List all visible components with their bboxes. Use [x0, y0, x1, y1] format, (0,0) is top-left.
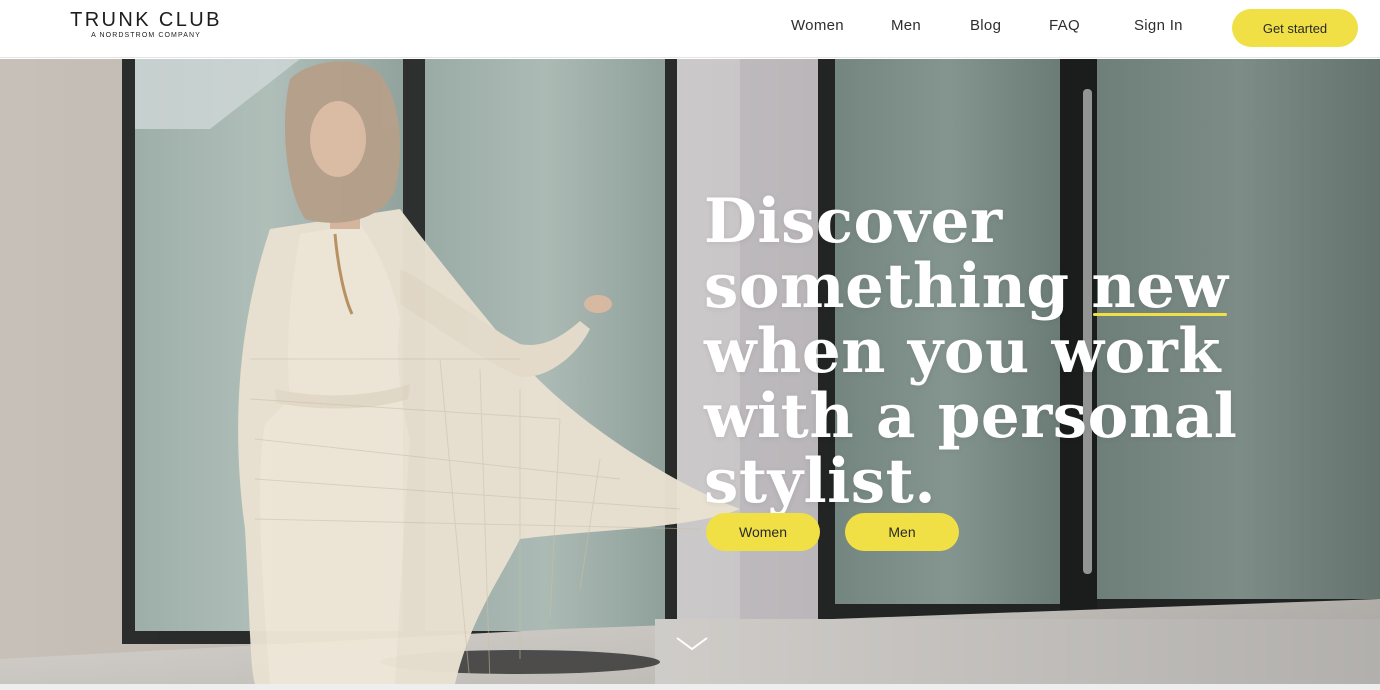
chevron-down-icon[interactable] [676, 636, 708, 652]
page-divider [0, 684, 1380, 690]
hero-men-button[interactable]: Men [845, 513, 959, 551]
hero-headline: Discover something new when you work wit… [704, 189, 1264, 514]
nav-sign-in[interactable]: Sign In [1134, 17, 1183, 34]
headline-line-3: when you work [704, 316, 1222, 387]
site-header: TRUNK CLUB A NORDSTROM COMPANY Women Men… [0, 0, 1380, 58]
logo-wordmark: TRUNK CLUB [70, 9, 222, 31]
nav-faq[interactable]: FAQ [1049, 17, 1080, 34]
headline-line-2: something new [704, 254, 1264, 319]
trunk-club-logo[interactable]: TRUNK CLUB A NORDSTROM COMPANY [70, 10, 222, 41]
headline-line-2-text: something [704, 251, 1092, 322]
headline-line-1: Discover [704, 186, 1003, 257]
hero-women-button[interactable]: Women [706, 513, 820, 551]
logo-tagline: A NORDSTROM COMPANY [91, 32, 201, 39]
headline-line-4: with a personal [704, 381, 1238, 452]
nav-women[interactable]: Women [791, 17, 844, 34]
get-started-button[interactable]: Get started [1232, 9, 1358, 47]
headline-emphasis-new: new [1091, 251, 1229, 322]
hero-section: Discover something new when you work wit… [0, 59, 1380, 684]
nav-blog[interactable]: Blog [970, 17, 1001, 34]
nav-men[interactable]: Men [891, 17, 921, 34]
headline-line-5: stylist. [704, 446, 937, 517]
